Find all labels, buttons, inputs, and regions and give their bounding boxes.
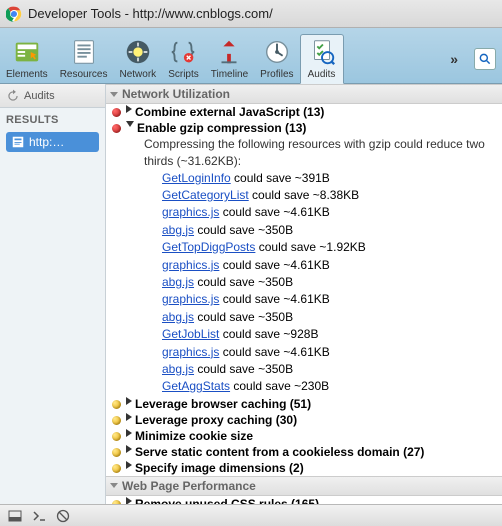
section-web-performance[interactable]: Web Page Performance bbox=[106, 476, 502, 496]
tab-audits[interactable]: Audits bbox=[300, 34, 344, 84]
chrome-icon bbox=[6, 6, 22, 22]
tab-elements[interactable]: Elements bbox=[0, 35, 54, 83]
expand-icon bbox=[126, 461, 132, 469]
expand-icon bbox=[126, 397, 132, 405]
gzip-file-item: GetJobList could save ~928B bbox=[162, 326, 502, 343]
overflow-button[interactable]: » bbox=[440, 51, 468, 67]
audit-img-dim[interactable]: Specify image dimensions (2) bbox=[106, 460, 502, 476]
tab-profiles[interactable]: Profiles bbox=[254, 35, 299, 83]
gzip-file-item: graphics.js could save ~4.61KB bbox=[162, 204, 502, 221]
audit-cookieless[interactable]: Serve static content from a cookieless d… bbox=[106, 444, 502, 460]
resource-link[interactable]: abg.js bbox=[162, 362, 194, 376]
toolbar: Elements Resources Network Scripts Timel… bbox=[0, 28, 502, 84]
gzip-file-item: abg.js could save ~350B bbox=[162, 361, 502, 378]
resource-link[interactable]: abg.js bbox=[162, 223, 194, 237]
result-item[interactable]: http:… bbox=[6, 132, 99, 152]
search-button[interactable] bbox=[474, 48, 496, 70]
expand-icon bbox=[126, 497, 132, 504]
expand-icon bbox=[126, 429, 132, 437]
gzip-file-item: GetLoginInfo could save ~391B bbox=[162, 170, 502, 187]
sidebar-header[interactable]: Audits bbox=[0, 84, 105, 108]
statusbar bbox=[0, 504, 502, 526]
severity-yellow-icon bbox=[112, 464, 121, 473]
resource-link[interactable]: GetJobList bbox=[162, 327, 219, 341]
dock-button[interactable] bbox=[4, 507, 26, 525]
severity-yellow-icon bbox=[112, 416, 121, 425]
severity-red-icon bbox=[112, 124, 121, 133]
audit-content[interactable]: Network Utilization Combine external Jav… bbox=[106, 84, 502, 504]
section-network-utilization[interactable]: Network Utilization bbox=[106, 84, 502, 104]
resource-link[interactable]: GetLoginInfo bbox=[162, 171, 231, 185]
page-icon bbox=[11, 135, 25, 149]
window-title: Developer Tools - http://www.cnblogs.com… bbox=[28, 6, 273, 21]
tab-resources[interactable]: Resources bbox=[54, 35, 114, 83]
resource-link[interactable]: graphics.js bbox=[162, 292, 219, 306]
tab-scripts[interactable]: Scripts bbox=[162, 35, 205, 83]
audit-css[interactable]: Remove unused CSS rules (165) bbox=[106, 496, 502, 504]
expand-icon bbox=[126, 445, 132, 453]
console-button[interactable] bbox=[28, 507, 50, 525]
gzip-file-item: graphics.js could save ~4.61KB bbox=[162, 344, 502, 361]
resource-link[interactable]: abg.js bbox=[162, 275, 194, 289]
results-label: RESULTS bbox=[0, 108, 105, 128]
gzip-file-item: abg.js could save ~350B bbox=[162, 309, 502, 326]
resource-link[interactable]: graphics.js bbox=[162, 345, 219, 359]
reload-icon bbox=[6, 89, 20, 103]
audit-cookie[interactable]: Minimize cookie size bbox=[106, 428, 502, 444]
gzip-file-item: graphics.js could save ~4.61KB bbox=[162, 291, 502, 308]
gzip-file-item: abg.js could save ~350B bbox=[162, 222, 502, 239]
title-bar: Developer Tools - http://www.cnblogs.com… bbox=[0, 0, 502, 28]
resource-link[interactable]: GetCategoryList bbox=[162, 188, 249, 202]
audit-browser-cache[interactable]: Leverage browser caching (51) bbox=[106, 396, 502, 412]
gzip-description: Compressing the following resources with… bbox=[106, 136, 502, 170]
expand-icon bbox=[126, 105, 132, 113]
gzip-file-item: graphics.js could save ~4.61KB bbox=[162, 257, 502, 274]
severity-red-icon bbox=[112, 108, 121, 117]
gzip-file-item: GetCategoryList could save ~8.38KB bbox=[162, 187, 502, 204]
resource-link[interactable]: abg.js bbox=[162, 310, 194, 324]
gzip-file-item: GetAggStats could save ~230B bbox=[162, 378, 502, 395]
gzip-file-item: abg.js could save ~350B bbox=[162, 274, 502, 291]
gzip-file-item: GetTopDiggPosts could save ~1.92KB bbox=[162, 239, 502, 256]
gzip-file-list: GetLoginInfo could save ~391BGetCategory… bbox=[106, 170, 502, 396]
arrow-down-icon bbox=[110, 483, 118, 488]
severity-yellow-icon bbox=[112, 432, 121, 441]
clear-button[interactable] bbox=[52, 507, 74, 525]
expand-icon bbox=[126, 413, 132, 421]
resource-link[interactable]: GetAggStats bbox=[162, 379, 230, 393]
severity-yellow-icon bbox=[112, 500, 121, 504]
resource-link[interactable]: graphics.js bbox=[162, 258, 219, 272]
sidebar: Audits RESULTS http:… bbox=[0, 84, 106, 504]
resource-link[interactable]: graphics.js bbox=[162, 205, 219, 219]
audit-gzip[interactable]: Enable gzip compression (13) bbox=[106, 120, 502, 136]
arrow-down-icon bbox=[110, 92, 118, 97]
main: Audits RESULTS http:… Network Utilizatio… bbox=[0, 84, 502, 504]
resource-link[interactable]: GetTopDiggPosts bbox=[162, 240, 255, 254]
severity-yellow-icon bbox=[112, 400, 121, 409]
collapse-icon bbox=[126, 121, 134, 127]
audit-proxy-cache[interactable]: Leverage proxy caching (30) bbox=[106, 412, 502, 428]
tab-timeline[interactable]: Timeline bbox=[205, 35, 254, 83]
audit-combine-js[interactable]: Combine external JavaScript (13) bbox=[106, 104, 502, 120]
tab-network[interactable]: Network bbox=[114, 35, 163, 83]
severity-yellow-icon bbox=[112, 448, 121, 457]
